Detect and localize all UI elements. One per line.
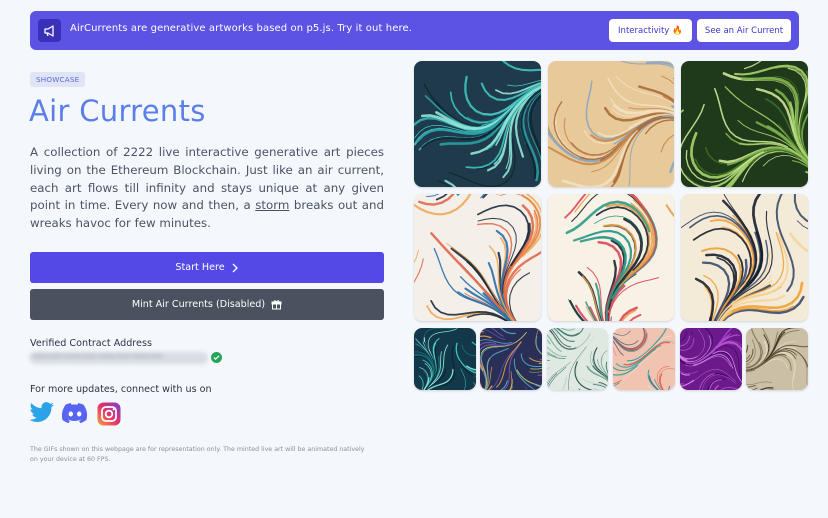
- artwork-image: [548, 61, 674, 187]
- mint-label: Mint Air Currents (Disabled): [131, 299, 266, 310]
- start-here-button[interactable]: Start Here: [30, 252, 384, 283]
- interactivity-label: Interactivity: [618, 25, 670, 36]
- showcase-badge: SHOWCASE: [30, 72, 86, 87]
- contract-address[interactable]: redacted-redacted-redacted-redacted: [30, 352, 208, 364]
- see-air-current-button[interactable]: See an Air Current: [697, 19, 791, 42]
- page-title: Air Currents: [29, 94, 206, 128]
- artwork-tile[interactable]: [680, 328, 742, 390]
- artwork-image: [681, 194, 808, 321]
- banner-text[interactable]: AirCurrents are generative artworks base…: [70, 23, 412, 34]
- artwork-tile[interactable]: [548, 194, 674, 321]
- collection-description: A collection of 2222 live interactive ge…: [30, 144, 384, 233]
- start-here-label: Start Here: [175, 262, 225, 273]
- flow-line: [475, 387, 476, 390]
- megaphone-icon: [38, 19, 61, 42]
- mint-button[interactable]: Mint Air Currents (Disabled): [30, 289, 384, 320]
- artwork-image: [746, 328, 808, 390]
- artwork-image: [681, 61, 808, 187]
- artwork-tile[interactable]: [681, 194, 808, 321]
- artwork-tile[interactable]: [547, 328, 608, 390]
- storm-link[interactable]: storm: [255, 198, 289, 212]
- chevron-right-icon: [232, 263, 238, 272]
- artwork-tile[interactable]: [414, 61, 541, 187]
- artwork-image: [548, 194, 674, 321]
- artwork-tile[interactable]: [613, 328, 675, 390]
- discord-icon[interactable]: [61, 402, 88, 424]
- updates-heading: For more updates, connect with us on: [30, 384, 212, 395]
- artwork-image: [414, 194, 541, 321]
- artwork-tile[interactable]: [414, 328, 476, 390]
- artwork-tile[interactable]: [414, 194, 541, 321]
- artwork-image: [414, 61, 541, 187]
- see-air-current-label: See an Air Current: [704, 25, 784, 36]
- artwork-tile[interactable]: [746, 328, 808, 390]
- artwork-image: [480, 328, 542, 390]
- gift-icon: [271, 300, 282, 310]
- contract-label: Verified Contract Address: [30, 338, 152, 349]
- artwork-tile[interactable]: [681, 61, 808, 187]
- artwork-tile[interactable]: [480, 328, 542, 390]
- interactivity-button[interactable]: Interactivity 🔥: [609, 19, 692, 42]
- artwork-image: [414, 328, 476, 390]
- verified-check-icon: [211, 352, 222, 363]
- twitter-icon[interactable]: [29, 402, 54, 424]
- artwork-image: [547, 328, 608, 390]
- artwork-image: [680, 328, 742, 390]
- fire-icon: 🔥: [672, 25, 683, 36]
- artwork-image: [613, 328, 675, 390]
- artwork-tile[interactable]: [548, 61, 674, 187]
- footnote: The GIFs shown on this webpage are for r…: [30, 446, 365, 463]
- instagram-icon[interactable]: [97, 402, 121, 426]
- announcement-banner: AirCurrents are generative artworks base…: [30, 11, 799, 50]
